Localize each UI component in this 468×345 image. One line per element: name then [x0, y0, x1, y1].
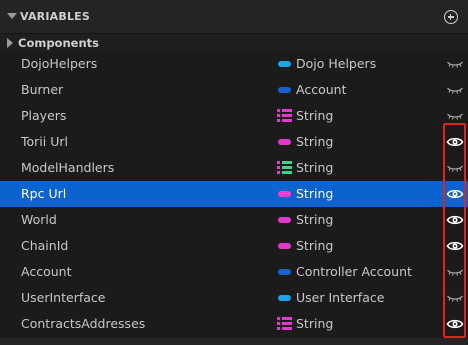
variable-type[interactable]: Account: [296, 82, 346, 97]
variable-name[interactable]: ModelHandlers: [21, 160, 114, 175]
type-pin-icon[interactable]: [278, 139, 291, 145]
type-pin-icon[interactable]: [278, 61, 291, 67]
variable-type[interactable]: Controller Account: [296, 264, 412, 279]
variable-row[interactable]: Rpc Url String: [0, 181, 468, 207]
variable-row[interactable]: ContractsAddresses String: [0, 311, 468, 337]
visibility-highlight-box: [443, 123, 466, 338]
variable-type[interactable]: User Interface: [296, 290, 384, 305]
type-pin-icon[interactable]: [278, 269, 291, 275]
variable-row[interactable]: DojoHelpers Dojo Helpers: [0, 51, 468, 77]
variable-type[interactable]: String: [296, 134, 333, 149]
variable-name[interactable]: Players: [21, 108, 66, 123]
add-variable-icon[interactable]: [444, 10, 458, 24]
variable-name[interactable]: ContractsAddresses: [21, 316, 145, 331]
variable-name[interactable]: Burner: [21, 82, 63, 97]
variable-type[interactable]: String: [296, 316, 333, 331]
variable-name[interactable]: DojoHelpers: [21, 56, 97, 71]
variable-name[interactable]: Torii Url: [21, 134, 68, 149]
variables-header[interactable]: VARIABLES: [0, 0, 468, 34]
variables-title: VARIABLES: [20, 10, 90, 23]
map-container-icon[interactable]: [277, 160, 292, 175]
variable-row[interactable]: Torii Url String: [0, 129, 468, 155]
variable-type[interactable]: String: [296, 108, 333, 123]
variable-type[interactable]: Dojo Helpers: [296, 56, 376, 71]
eye-closed-icon[interactable]: [446, 109, 464, 123]
type-pin-icon[interactable]: [278, 243, 291, 249]
eye-closed-icon[interactable]: [446, 83, 464, 97]
panel-footer: [0, 338, 468, 345]
variable-type[interactable]: String: [296, 212, 333, 227]
variable-row[interactable]: ChainId String: [0, 233, 468, 259]
variable-row[interactable]: Players String: [0, 103, 468, 129]
variable-type[interactable]: String: [296, 160, 333, 175]
array-container-icon[interactable]: [277, 108, 292, 123]
variable-name[interactable]: UserInterface: [21, 290, 105, 305]
variable-name[interactable]: Rpc Url: [21, 186, 66, 201]
type-pin-icon[interactable]: [278, 87, 291, 93]
variable-type[interactable]: String: [296, 186, 333, 201]
variable-row[interactable]: UserInterface User Interface: [0, 285, 468, 311]
type-pin-icon[interactable]: [278, 295, 291, 301]
variable-name[interactable]: World: [21, 212, 57, 227]
variable-row[interactable]: World String: [0, 207, 468, 233]
array-container-icon[interactable]: [277, 316, 292, 331]
section-label: Components: [18, 36, 99, 50]
eye-closed-icon[interactable]: [446, 57, 464, 71]
type-pin-icon[interactable]: [278, 191, 291, 197]
type-pin-icon[interactable]: [278, 217, 291, 223]
variable-name[interactable]: Account: [21, 264, 71, 279]
caret-right-icon[interactable]: [7, 38, 13, 48]
variable-row[interactable]: ModelHandlers String: [0, 155, 468, 181]
variable-name[interactable]: ChainId: [21, 238, 68, 253]
variable-type[interactable]: String: [296, 238, 333, 253]
components-section[interactable]: Components: [0, 34, 468, 52]
variable-row[interactable]: Account Controller Account: [0, 259, 468, 285]
variable-row[interactable]: Burner Account: [0, 77, 468, 103]
caret-down-icon[interactable]: [7, 13, 17, 19]
